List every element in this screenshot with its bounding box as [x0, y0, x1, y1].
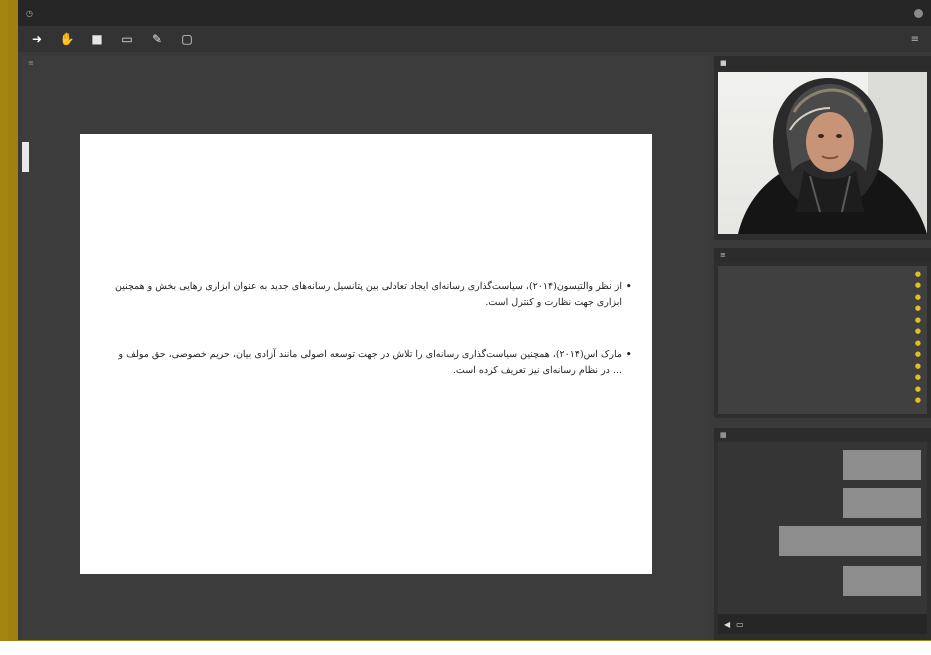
title-right: [908, 8, 923, 18]
hand-icon[interactable]: ✋: [60, 32, 75, 46]
whiteboard-icon[interactable]: ▢: [180, 32, 194, 46]
slide-bullet-2: مارک اس(۲۰۱۴)، همچنین سیاست‌گذاری رسانه‌…: [112, 347, 632, 379]
person-icon: ●: [914, 361, 921, 370]
person-icon: ●: [914, 292, 921, 301]
person-icon: ●: [914, 269, 921, 278]
presenter-image: [738, 72, 927, 234]
person-icon: ●: [914, 373, 921, 382]
title-bar: ◷: [18, 0, 931, 26]
chat-menu-icon[interactable]: ▦: [720, 431, 727, 439]
person-icon: ●: [914, 384, 921, 393]
chat-input[interactable]: [749, 620, 921, 628]
send-icon[interactable]: ◀: [724, 620, 730, 629]
menu-icon[interactable]: ≡: [911, 34, 919, 45]
content-header: ≡: [22, 56, 708, 70]
chat-message: [843, 450, 921, 480]
chat-message: [843, 488, 921, 518]
video-panel-header: ■: [714, 56, 931, 70]
video-panel: ■: [714, 56, 931, 240]
chat-message-list[interactable]: [718, 442, 927, 614]
presentation-slide: از نظر والتیسون(۲۰۱۴)، سیاست‌گذاری رسانه…: [80, 134, 652, 574]
person-icon: ●: [914, 350, 921, 359]
attendee-panel: ≡ ● ● ● ● ● ● ● ● ● ● ● ●: [714, 248, 931, 418]
presentation-frame-left: [0, 0, 8, 655]
chat-input-bar: ◀ ▭: [718, 614, 927, 634]
camera-icon[interactable]: ■: [90, 32, 104, 46]
user-avatar-icon[interactable]: [914, 8, 923, 18]
attendee-item[interactable]: ●: [724, 349, 921, 361]
attendee-menu-icon[interactable]: ≡: [720, 251, 726, 259]
pod-menu-icon[interactable]: ≡: [28, 59, 34, 67]
shared-content-panel: ≡ از نظر والتیسون(۲۰۱۴)، سیاست‌گذاری رسا…: [22, 56, 708, 640]
toolbar: ➜ ✋ ■ ▭ ✎ ▢ ≡: [18, 26, 931, 52]
attendee-item[interactable]: ●: [724, 280, 921, 292]
chat-panel: ▦ ◀ ▭: [714, 428, 931, 640]
attendee-item[interactable]: ●: [724, 360, 921, 372]
attendee-item[interactable]: ●: [724, 291, 921, 303]
pen-icon[interactable]: ✎: [150, 32, 164, 46]
camera-icon: ■: [720, 59, 727, 67]
attendee-list: ● ● ● ● ● ● ● ● ● ● ● ●: [718, 266, 927, 414]
person-icon: ●: [914, 396, 921, 405]
page-footer: [0, 641, 931, 655]
chat-message: [843, 566, 921, 596]
person-icon: ●: [914, 327, 921, 336]
attendee-item[interactable]: ●: [724, 395, 921, 407]
attendee-item[interactable]: ●: [724, 303, 921, 315]
attendee-item[interactable]: ●: [724, 326, 921, 338]
screen-icon[interactable]: ▭: [120, 32, 134, 46]
person-icon: ●: [914, 315, 921, 324]
chat-message: [779, 526, 921, 556]
meeting-app-window: ◷ ➜ ✋ ■ ▭ ✎ ▢ ≡ ≡ از نظر والتیسون(۲۰۱۴)،…: [18, 0, 931, 640]
attendee-item[interactable]: ●: [724, 372, 921, 384]
emoji-icon[interactable]: ▭: [736, 620, 744, 629]
chat-panel-header: ▦: [714, 428, 931, 442]
person-icon: ●: [914, 281, 921, 290]
attendee-item[interactable]: ●: [724, 268, 921, 280]
share-icon[interactable]: ➜: [30, 32, 44, 46]
attendee-panel-header: ≡: [714, 248, 931, 262]
attendee-item[interactable]: ●: [724, 383, 921, 395]
clock-icon: ◷: [26, 8, 33, 18]
person-icon: ●: [914, 338, 921, 347]
side-tab[interactable]: [22, 142, 29, 172]
attendee-item[interactable]: ●: [724, 314, 921, 326]
person-icon: ●: [914, 304, 921, 313]
title-left: ◷: [26, 9, 37, 18]
attendee-item[interactable]: ●: [724, 337, 921, 349]
slide-bullet-1: از نظر والتیسون(۲۰۱۴)، سیاست‌گذاری رسانه…: [112, 279, 632, 311]
presenter-video: [718, 72, 927, 234]
